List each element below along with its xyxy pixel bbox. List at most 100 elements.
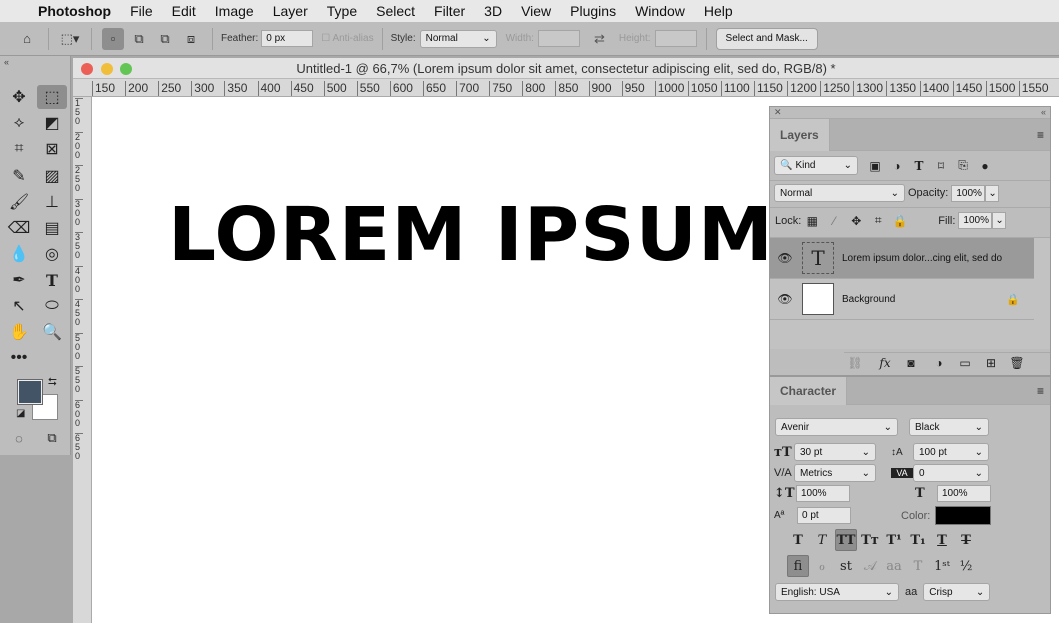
lock-position-icon[interactable]: ✥ <box>845 214 867 228</box>
tab-character[interactable]: Character <box>770 376 848 405</box>
blur-tool-icon[interactable]: 💧 <box>4 242 34 266</box>
faux-bold-icon[interactable]: T <box>787 529 809 551</box>
eyedropper-tool-icon[interactable]: ✎ <box>4 164 34 188</box>
quick-mask-icon[interactable]: ◌ <box>4 426 34 450</box>
height-input[interactable] <box>654 30 697 47</box>
anti-alias-checkbox[interactable]: ☐ Anti-alias <box>321 33 373 44</box>
collapse-panel-icon[interactable]: « <box>1041 107 1046 118</box>
tab-layers[interactable]: Layers <box>770 118 830 151</box>
lock-artboard-icon[interactable]: ⌗ <box>867 213 889 228</box>
eye-icon[interactable]: 👁 <box>770 251 800 265</box>
feather-input[interactable]: 0 px <box>261 30 314 47</box>
layer-filter-select[interactable]: 🔍 Kind ⌄ <box>774 156 858 175</box>
marquee-preset-icon[interactable]: ⬚▾ <box>59 28 81 50</box>
smart-object-filter-icon[interactable]: ⎘ <box>952 158 974 173</box>
baseline-shift-input[interactable]: 0 pt <box>797 507 851 524</box>
faux-italic-icon[interactable]: T <box>811 529 833 551</box>
swash-icon[interactable]: 𝒜 <box>859 555 881 577</box>
underline-icon[interactable]: T <box>931 529 953 551</box>
move-tool-icon[interactable]: ✥ <box>4 85 34 109</box>
all-caps-icon[interactable]: TT <box>835 529 857 551</box>
type-tool-icon[interactable]: T <box>37 268 67 292</box>
new-selection-icon[interactable]: ▫ <box>102 27 124 50</box>
opacity-input[interactable]: 100% <box>951 184 986 202</box>
subtract-selection-icon[interactable]: ⧉ <box>154 28 176 50</box>
swap-colors-icon[interactable]: ⮀ <box>48 376 57 389</box>
layer-row-text[interactable]: 👁 T Lorem ipsum dolor...cing elit, sed d… <box>770 238 1034 279</box>
fill-dropdown[interactable]: ⌄ <box>992 212 1007 229</box>
stamp-tool-icon[interactable]: ⊥ <box>37 190 67 214</box>
pixel-filter-icon[interactable]: ▣ <box>864 159 886 173</box>
home-icon[interactable]: ⌂ <box>16 28 38 50</box>
menu-app[interactable]: Photoshop <box>38 3 111 19</box>
menu-help[interactable]: Help <box>704 3 733 19</box>
ellipse-tool-icon[interactable]: ⬭ <box>37 294 67 318</box>
menu-file[interactable]: File <box>130 3 153 19</box>
close-window-button[interactable] <box>81 63 93 75</box>
strikethrough-icon[interactable]: T <box>955 529 977 551</box>
marquee-tool-icon[interactable]: ⬚ <box>37 85 67 109</box>
titling-alternates-icon[interactable]: T <box>907 555 929 577</box>
object-select-tool-icon[interactable]: ◩ <box>37 111 67 135</box>
delete-layer-icon[interactable]: 🗑 <box>1006 356 1028 370</box>
leading-select[interactable]: 100 pt ⌄ <box>913 443 989 461</box>
foreground-color-swatch[interactable] <box>17 379 43 405</box>
link-layers-icon[interactable]: ⛓ <box>844 356 866 370</box>
vertical-scale-input[interactable]: 100% <box>796 485 850 502</box>
intersect-selection-icon[interactable]: ⧈ <box>180 28 202 50</box>
menu-filter[interactable]: Filter <box>434 3 465 19</box>
add-selection-icon[interactable]: ⧉ <box>128 28 150 50</box>
lock-transparent-icon[interactable]: ▦ <box>801 214 823 228</box>
add-mask-icon[interactable]: ◙ <box>900 356 922 370</box>
eraser-tool-icon[interactable]: ⌫ <box>4 216 34 240</box>
select-and-mask-button[interactable]: Select and Mask... <box>715 27 818 50</box>
canvas-text-layer[interactable]: LOREM IPSUM <box>168 192 774 278</box>
menu-image[interactable]: Image <box>215 3 254 19</box>
font-size-select[interactable]: 30 pt ⌄ <box>794 443 876 461</box>
pen-tool-icon[interactable]: ✒ <box>4 268 34 292</box>
menu-view[interactable]: View <box>521 3 551 19</box>
shape-filter-icon[interactable]: ⌑ <box>930 159 952 173</box>
eye-icon[interactable]: 👁 <box>770 292 800 306</box>
crop-tool-icon[interactable]: ⌗ <box>4 137 34 161</box>
menu-select[interactable]: Select <box>376 3 415 19</box>
menu-plugins[interactable]: Plugins <box>570 3 616 19</box>
screen-mode-icon[interactable]: ⧉ <box>37 426 67 450</box>
layer-row-background[interactable]: 👁 Background 🔒 <box>770 279 1034 320</box>
close-panel-icon[interactable]: ✕ <box>774 107 782 118</box>
discretionary-ligatures-icon[interactable]: st <box>835 555 857 577</box>
adjustment-layer-icon[interactable]: ◑ <box>928 356 950 370</box>
new-group-icon[interactable]: ▭ <box>954 356 976 370</box>
lock-pixels-icon[interactable]: ⁄ <box>823 214 845 228</box>
menu-type[interactable]: Type <box>327 3 357 19</box>
collapse-icon[interactable]: « <box>4 57 9 67</box>
default-colors-icon[interactable]: ◪ <box>16 408 25 419</box>
vertical-ruler[interactable]: 150 200 250 300 350 400 450 500 550 600 650 <box>73 97 92 623</box>
panel-menu-icon[interactable]: ≡ <box>1037 128 1044 142</box>
ordinals-icon[interactable]: 1ˢᵗ <box>931 555 953 577</box>
hand-tool-icon[interactable]: ✋ <box>4 320 34 344</box>
width-input[interactable] <box>537 30 580 47</box>
minimize-window-button[interactable] <box>101 63 113 75</box>
type-filter-icon[interactable]: T <box>908 159 930 173</box>
fractions-icon[interactable]: ½ <box>955 555 977 577</box>
path-select-tool-icon[interactable]: ↖ <box>4 294 34 318</box>
subscript-icon[interactable]: T₁ <box>907 529 929 551</box>
filter-toggle-icon[interactable]: ● <box>974 159 996 173</box>
tracking-select[interactable]: 0 ⌄ <box>913 464 989 482</box>
blend-mode-select[interactable]: Normal ⌄ <box>774 184 905 202</box>
fill-input[interactable]: 100% <box>958 212 993 229</box>
horizontal-ruler[interactable]: 150 200 250 300 350 400 450 500 550 600 650 700 750 8… <box>73 79 1059 97</box>
old-style-icon[interactable]: ℴ <box>811 555 833 577</box>
font-style-select[interactable]: Black ⌄ <box>909 418 989 436</box>
language-select[interactable]: English: USA ⌄ <box>775 583 899 601</box>
menu-window[interactable]: Window <box>635 3 685 19</box>
superscript-icon[interactable]: T¹ <box>883 529 905 551</box>
zoom-window-button[interactable] <box>120 63 132 75</box>
small-caps-icon[interactable]: Tт <box>859 529 881 551</box>
healing-brush-tool-icon[interactable]: ▨ <box>37 164 67 188</box>
lasso-tool-icon[interactable]: ⟡ <box>4 111 34 135</box>
gradient-tool-icon[interactable]: ▤ <box>37 216 67 240</box>
fx-icon[interactable]: fx <box>874 356 896 370</box>
swap-icon[interactable]: ⇄ <box>594 31 605 47</box>
